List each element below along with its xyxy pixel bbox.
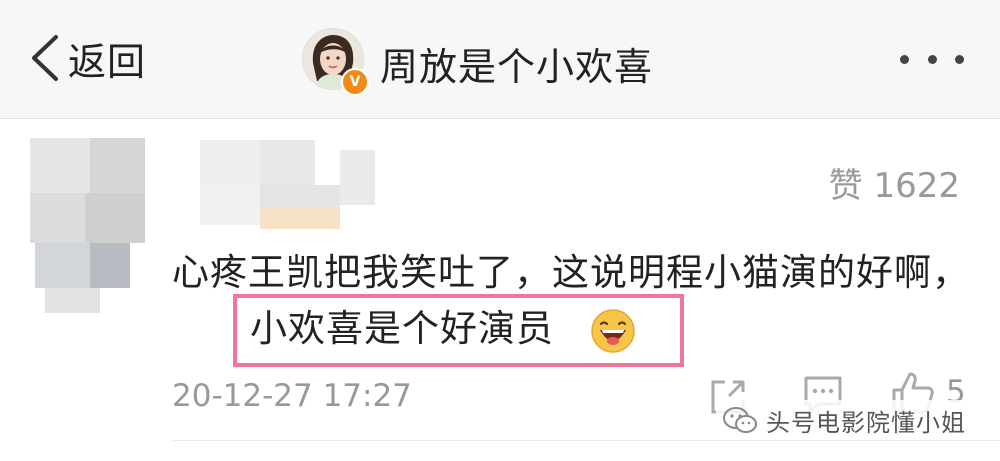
grinning-face-emoji-icon bbox=[591, 309, 635, 353]
more-dot-icon bbox=[927, 54, 937, 64]
comment-text: 心疼王凯把我笑吐了，这说明程小猫演的好啊， bbox=[172, 251, 970, 294]
watermark-text: 头号电影院懂小姐 bbox=[766, 408, 966, 437]
comment-timestamp: 20-12-27 17:27 bbox=[172, 378, 412, 414]
back-label: 返回 bbox=[68, 39, 147, 84]
nav-bar: 返回 V 周放是个小欢喜 bbox=[0, 0, 1000, 119]
more-options-button[interactable] bbox=[900, 44, 964, 74]
chevron-left-icon bbox=[32, 35, 58, 81]
wechat-icon bbox=[723, 407, 757, 433]
divider bbox=[172, 440, 1000, 441]
verified-badge: V bbox=[341, 68, 369, 96]
back-button[interactable]: 返回 bbox=[28, 28, 146, 88]
watermark: 头号电影院懂小姐 bbox=[716, 400, 972, 440]
page-title: 周放是个小欢喜 bbox=[380, 45, 654, 89]
more-dot-icon bbox=[900, 54, 909, 64]
more-dot-icon bbox=[955, 54, 964, 64]
likes-count: 赞 1622 bbox=[828, 166, 960, 206]
